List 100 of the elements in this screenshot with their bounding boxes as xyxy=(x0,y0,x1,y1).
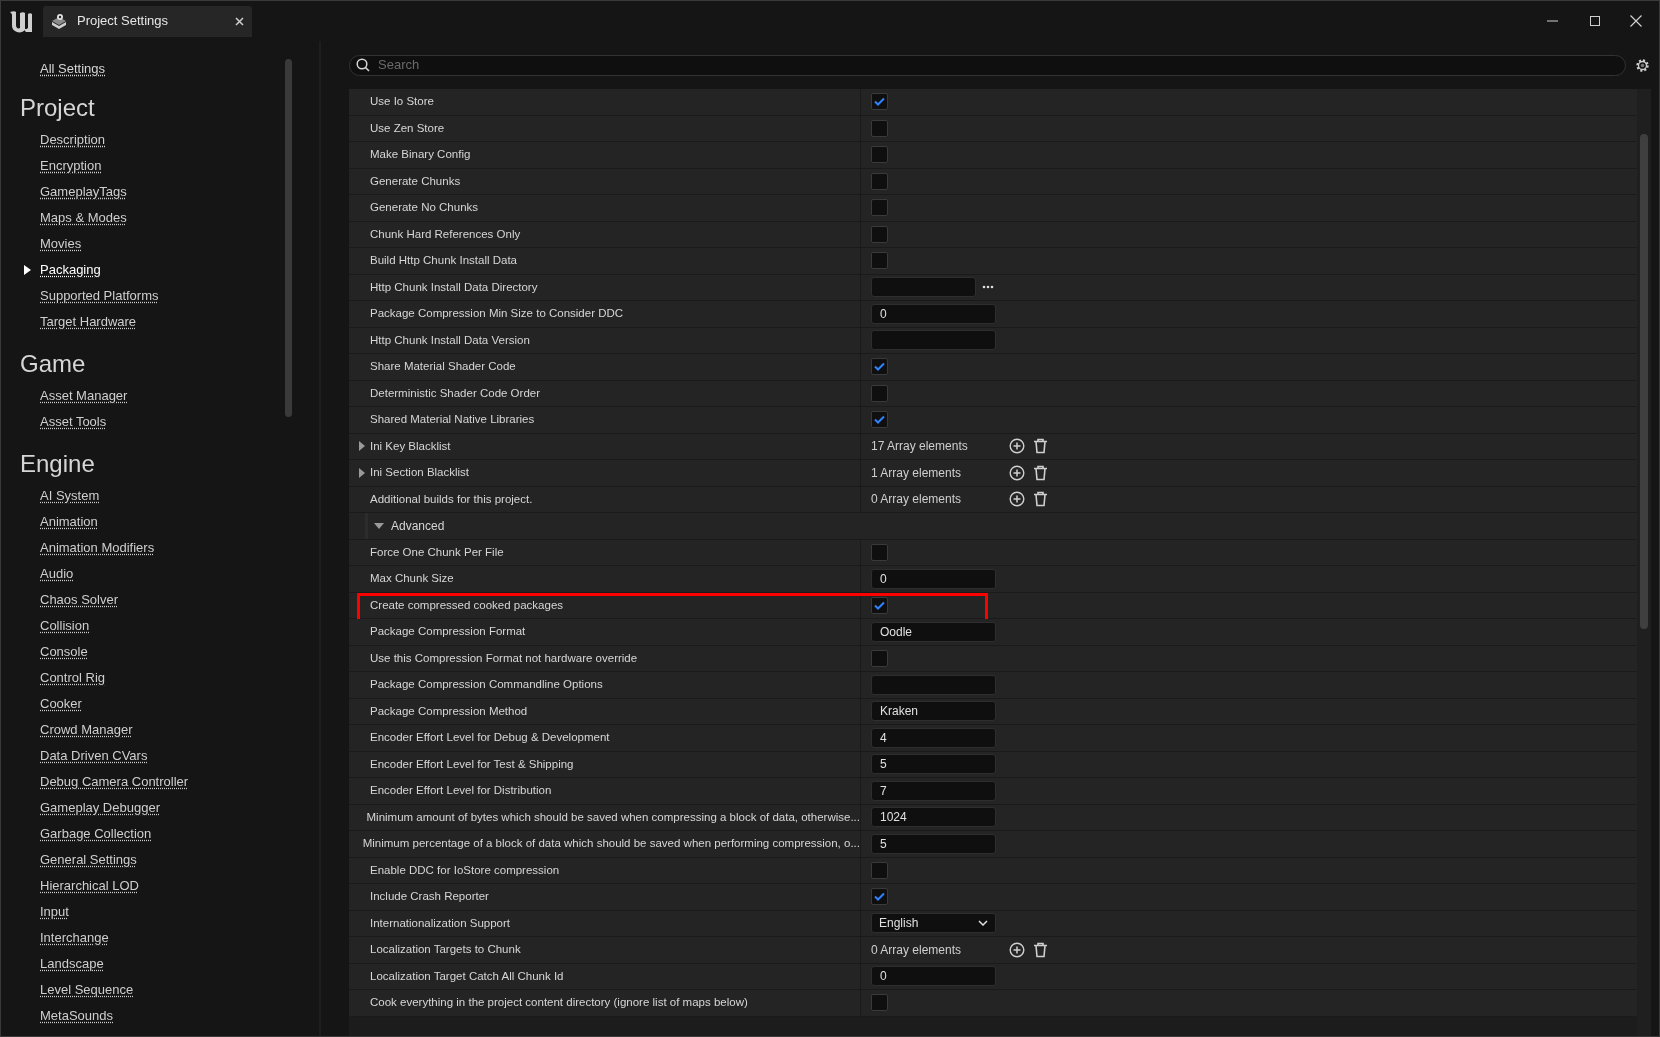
setting-label: Use this Compression Format not hardware override xyxy=(370,650,638,666)
sidebar-link[interactable]: Gameplay Debugger xyxy=(40,798,160,818)
sidebar-link[interactable]: Collision xyxy=(40,616,90,636)
trash-icon[interactable] xyxy=(1033,941,1048,958)
sidebar-link[interactable]: General Settings xyxy=(40,850,137,870)
sidebar-link[interactable]: Hierarchical LOD xyxy=(40,876,139,896)
add-icon[interactable] xyxy=(1009,464,1025,481)
close-icon[interactable] xyxy=(235,16,244,26)
checkbox[interactable] xyxy=(871,861,888,879)
input-field[interactable]: 4 xyxy=(871,727,996,748)
all-settings-link[interactable]: All Settings xyxy=(40,59,106,79)
checkbox[interactable] xyxy=(871,384,888,402)
sidebar-link[interactable]: Description xyxy=(40,130,106,150)
input-field[interactable]: 0 xyxy=(871,568,996,589)
checkmark-icon xyxy=(874,892,885,902)
sidebar-link[interactable]: Packaging xyxy=(40,260,101,280)
maximize-icon[interactable] xyxy=(1590,16,1600,26)
collapsed-arrow-icon[interactable] xyxy=(357,467,366,478)
input-field[interactable]: Oodle xyxy=(871,621,996,642)
sidebar-link[interactable]: Garbage Collection xyxy=(40,824,152,844)
trash-icon[interactable] xyxy=(1033,491,1048,508)
sidebar-link[interactable]: Asset Tools xyxy=(40,412,107,432)
input-field[interactable]: 5 xyxy=(871,754,996,775)
input-field[interactable]: 7 xyxy=(871,780,996,801)
sidebar-link[interactable]: AI System xyxy=(40,486,100,506)
checkbox[interactable] xyxy=(871,411,888,429)
setting-label: Encoder Effort Level for Debug & Development xyxy=(370,730,610,746)
checkbox[interactable] xyxy=(871,596,888,614)
array-count: 1 Array elements xyxy=(871,464,963,482)
setting-label: Enable DDC for IoStore compression xyxy=(370,862,560,878)
dropdown[interactable]: English xyxy=(871,913,996,934)
sidebar-link[interactable]: Animation xyxy=(40,512,98,532)
scrollbar-thumb[interactable] xyxy=(1640,134,1648,629)
add-icon[interactable] xyxy=(1009,438,1025,455)
input-field[interactable] xyxy=(871,330,996,351)
add-icon[interactable] xyxy=(1009,491,1025,508)
checkbox[interactable] xyxy=(871,225,888,243)
sidebar-link[interactable]: GameplayTags xyxy=(40,182,127,202)
input-field[interactable]: 0 xyxy=(871,966,996,987)
input-field[interactable] xyxy=(871,674,996,695)
checkbox[interactable] xyxy=(871,649,888,667)
collapsed-arrow-icon[interactable] xyxy=(357,441,366,452)
sidebar-link[interactable]: MetaSounds xyxy=(40,1006,113,1026)
sidebar-link[interactable]: Animation Modifiers xyxy=(40,538,155,558)
sidebar-link[interactable]: Encryption xyxy=(40,156,102,176)
sidebar-link[interactable]: Landscape xyxy=(40,954,104,974)
more-icon[interactable] xyxy=(982,285,994,290)
sidebar-link[interactable]: Supported Platforms xyxy=(40,286,159,306)
trash-icon[interactable] xyxy=(1033,438,1048,455)
tab-title: Project Settings xyxy=(77,12,170,31)
checkbox[interactable] xyxy=(871,146,888,164)
checkbox[interactable] xyxy=(871,543,888,561)
sidebar-link[interactable]: Control Rig xyxy=(40,668,106,688)
sidebar-link[interactable]: Debug Camera Controller xyxy=(40,772,189,792)
setting-label: Create compressed cooked packages xyxy=(370,597,564,613)
setting-label: Include Crash Reporter xyxy=(370,889,489,905)
sidebar-link[interactable]: Audio xyxy=(40,564,74,584)
sidebar-link[interactable]: Interchange xyxy=(40,928,109,948)
category-header[interactable]: Advanced xyxy=(349,513,1637,540)
section-heading: Game xyxy=(19,349,87,379)
sidebar-link[interactable]: Cooker xyxy=(40,694,82,714)
checkbox[interactable] xyxy=(871,994,888,1012)
input-field[interactable] xyxy=(871,277,976,298)
sidebar-link[interactable]: Data Driven CVars xyxy=(40,746,148,766)
input-field[interactable]: 5 xyxy=(871,833,996,854)
sidebar-link[interactable]: Asset Manager xyxy=(40,386,128,406)
trash-icon[interactable] xyxy=(1033,464,1048,481)
sidebar-link[interactable]: Target Hardware xyxy=(40,312,137,332)
array-count: 17 Array elements xyxy=(871,438,969,456)
scrollbar-thumb[interactable] xyxy=(285,59,292,417)
sidebar-link[interactable]: Level Sequence xyxy=(40,980,134,1000)
checkbox[interactable] xyxy=(871,172,888,190)
checkbox[interactable] xyxy=(871,252,888,270)
engine-logo-icon[interactable] xyxy=(7,8,33,34)
sidebar-link[interactable]: Chaos Solver xyxy=(40,590,119,610)
input-field[interactable]: Kraken xyxy=(871,701,996,722)
setting-label: Localization Target Catch All Chunk Id xyxy=(370,968,564,984)
input-field[interactable]: 1024 xyxy=(871,807,996,828)
expanded-arrow-icon[interactable] xyxy=(374,520,384,531)
checkbox[interactable] xyxy=(871,119,888,137)
setting-label: Http Chunk Install Data Version xyxy=(370,332,530,348)
checkbox[interactable] xyxy=(871,358,888,376)
close-icon[interactable] xyxy=(1630,15,1642,27)
sidebar-link[interactable]: Maps & Modes xyxy=(40,208,127,228)
project-settings-tab[interactable]: Project Settings xyxy=(43,5,252,37)
setting-label: Ini Key Blacklist xyxy=(370,438,451,454)
setting-label: Localization Targets to Chunk xyxy=(370,942,521,958)
sidebar-link[interactable]: Crowd Manager xyxy=(40,720,133,740)
search-icon xyxy=(356,58,370,72)
add-icon[interactable] xyxy=(1009,941,1025,958)
input-field[interactable]: 0 xyxy=(871,303,996,324)
checkmark-icon xyxy=(874,415,885,425)
search-field[interactable]: Search xyxy=(349,54,1626,76)
sidebar-link[interactable]: Console xyxy=(40,642,88,662)
checkbox[interactable] xyxy=(871,93,888,111)
checkbox[interactable] xyxy=(871,199,888,217)
sidebar-link[interactable]: Input xyxy=(40,902,69,922)
sidebar-link[interactable]: Movies xyxy=(40,234,82,254)
checkbox[interactable] xyxy=(871,888,888,906)
setting-label: Cook everything in the project content directory (ignore list of maps below) xyxy=(370,995,748,1011)
